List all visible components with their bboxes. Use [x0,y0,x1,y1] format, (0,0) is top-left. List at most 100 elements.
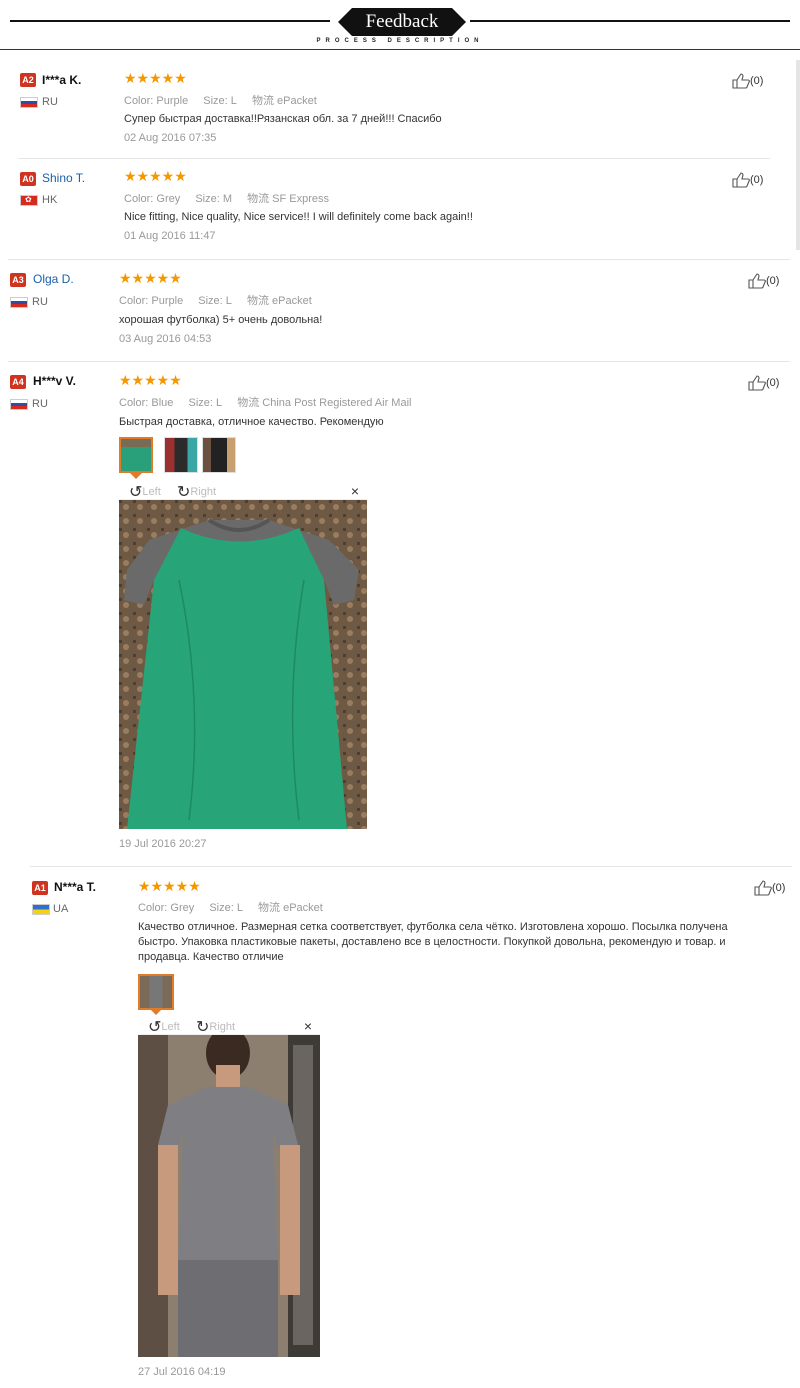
size-value: L [216,397,223,409]
color-value: Purple [156,95,189,107]
review-date: 03 Aug 2016 04:53 [119,333,212,345]
rotate-left-button[interactable]: ↺Left [148,1017,180,1037]
helpful-count: (0) [772,881,786,894]
rotate-right-button[interactable]: ↻Right [177,482,216,502]
size-value: L [230,95,237,107]
country-flag-icon [20,97,38,108]
helpful-button[interactable]: (0) [754,880,785,896]
review-photo-thumbnail[interactable] [202,437,236,473]
country-code: RU [32,398,48,410]
helpful-button[interactable]: (0) [732,172,763,188]
photo-viewer-toolbar: ↺Left ↻Right × [119,482,367,502]
header-subtitle: PROCESS DESCRIPTION [316,38,484,44]
order-info: Color: Purple Size: L 物流 ePacket [124,95,317,107]
thumbs-up-icon [732,172,750,188]
rotate-left-button[interactable]: ↺Left [129,482,161,502]
buyer-level-badge: A2 [20,73,36,87]
review-text: Супер быстрая доставка!!Рязанская обл. з… [124,113,442,125]
review-date: 27 Jul 2016 04:19 [138,1366,226,1378]
review-photo-thumbnail[interactable] [119,437,153,473]
review-text: Быстрая доставка, отличное качество. Рек… [119,416,384,428]
thumbs-up-icon [748,273,766,289]
color-value: Blue [151,397,174,409]
order-info: Color: Blue Size: L 物流 China Post Regist… [119,397,412,409]
thumbs-up-icon [732,73,750,89]
order-info: Color: Purple Size: L 物流 ePacket [119,295,312,307]
header-rule-right [470,20,790,22]
order-info: Color: Grey Size: M 物流 SF Express [124,193,329,205]
shipping-value: China Post Registered Air Mail [262,397,412,409]
size-value: L [225,295,232,307]
buyer-name: H***v V. [33,374,76,388]
feedback-header: Feedback PROCESS DESCRIPTION [0,0,800,52]
country-code: UA [53,903,69,915]
header-ribbon-right [452,8,466,36]
helpful-button[interactable]: (0) [748,375,779,391]
review-divider [8,259,790,260]
header-title: Feedback [352,8,452,36]
thumbnail-pointer [150,1009,162,1015]
buyer-level-badge: A4 [10,375,26,389]
photo-viewer-toolbar: ↺Left ↻Right × [138,1017,320,1037]
helpful-count: (0) [766,376,780,389]
rating-stars: ★★★★★ [138,878,201,894]
rotate-right-button[interactable]: ↻Right [196,1017,235,1037]
country-flag-icon [10,399,28,410]
rating-stars: ★★★★★ [124,168,187,184]
country-flag-icon [32,904,50,915]
review-item: A4 H***v V. RU ★★★★★ Color: Blue Size: L… [8,361,790,861]
review-date: 02 Aug 2016 07:35 [124,132,217,144]
buyer-level-badge: A1 [32,881,48,895]
helpful-count: (0) [750,74,764,87]
buyer-name: N***a T. [54,880,97,894]
review-photo-large [119,500,367,829]
helpful-count: (0) [750,173,764,186]
size-value: M [222,193,233,205]
shipping-value: ePacket [272,295,312,307]
helpful-button[interactable]: (0) [732,73,763,89]
rotate-right-icon: ↻ [196,1019,210,1036]
buyer-name: I***a K. [42,73,82,87]
close-viewer-button[interactable]: × [304,1018,312,1034]
review-text: Качество отличное. Размерная сетка соотв… [138,921,728,963]
country-flag-icon [10,297,28,308]
buyer-name[interactable]: Olga D. [33,272,74,286]
color-value: Grey [156,193,181,205]
header-rule-left [10,20,330,22]
shipping-value: ePacket [277,95,317,107]
rating-stars: ★★★★★ [119,372,182,388]
rotate-right-icon: ↻ [177,484,191,501]
review-text: Nice fitting, Nice quality, Nice service… [124,211,473,223]
rating-stars: ★★★★★ [124,70,187,86]
review-date: 01 Aug 2016 11:47 [124,230,216,242]
buyer-level-badge: A0 [20,172,36,186]
review-divider [30,866,792,867]
thumbnail-pointer [130,473,142,479]
helpful-button[interactable]: (0) [748,273,779,289]
country-code: RU [32,296,48,308]
review-photo-thumbnail[interactable] [164,437,198,473]
review-photo-thumbnail[interactable] [138,974,174,1010]
scrollbar[interactable] [796,60,800,250]
review-item: A0 Shino T. HK ★★★★★ Color: Grey Size: M… [18,158,770,258]
grey-tshirt-photo [138,1035,320,1357]
review-date: 19 Jul 2016 20:27 [119,838,207,850]
order-info: Color: Grey Size: L 物流 ePacket [138,902,323,914]
size-value: L [236,902,243,914]
review-item: A3 Olga D. RU ★★★★★ Color: Purple Size: … [8,259,790,361]
country-code: RU [42,96,58,108]
thumbs-up-icon [748,375,766,391]
color-value: Grey [170,902,195,914]
shipping-value: SF Express [272,193,329,205]
rating-stars: ★★★★★ [119,270,182,286]
review-item: A1 N***a T. UA ★★★★★ Color: Grey Size: L… [30,866,792,1386]
review-photo-large [138,1035,320,1357]
header-ribbon-left [338,8,352,36]
rotate-left-icon: ↺ [129,484,143,501]
buyer-name[interactable]: Shino T. [42,171,85,185]
thumbs-up-icon [754,880,772,896]
close-viewer-button[interactable]: × [351,483,359,499]
country-code: HK [42,194,58,206]
green-tshirt-photo [119,500,367,829]
color-value: Purple [151,295,184,307]
